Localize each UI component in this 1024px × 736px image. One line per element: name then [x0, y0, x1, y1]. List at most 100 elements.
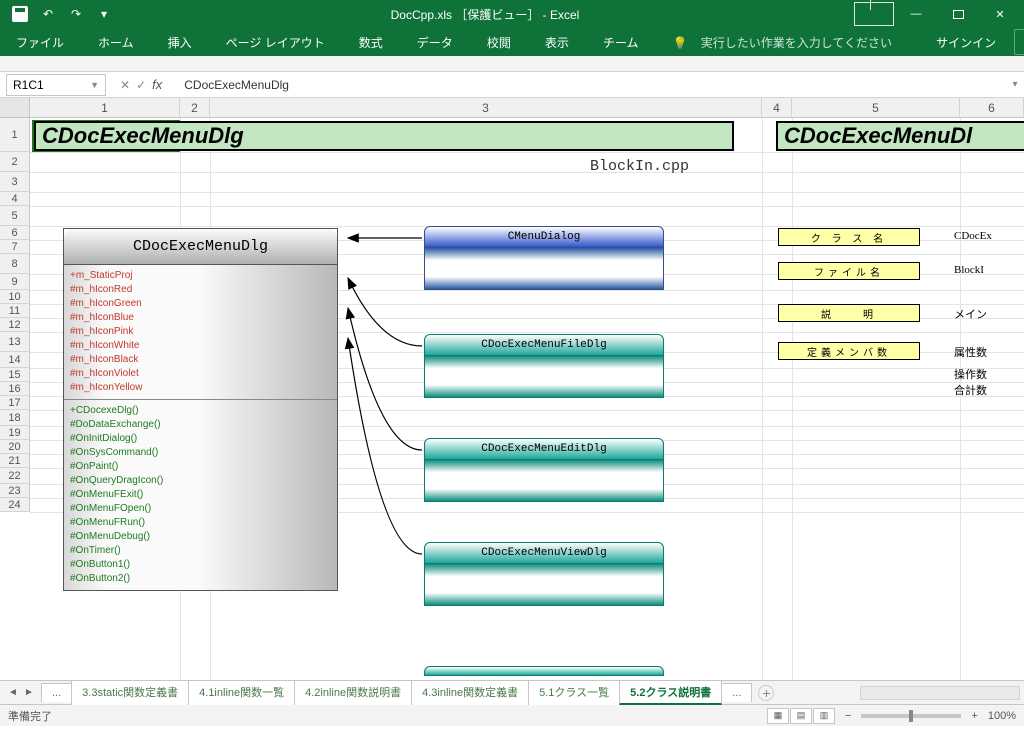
- tab-insert[interactable]: 挿入: [158, 30, 202, 55]
- row-header-15[interactable]: 15: [0, 368, 30, 382]
- zoom-out-button[interactable]: −: [845, 710, 851, 722]
- undo-button[interactable]: ↶: [36, 3, 60, 25]
- col-header-2[interactable]: 2: [180, 98, 210, 117]
- cells[interactable]: CDocExecMenuDlg CDocExecMenuDl BlockIn.c…: [30, 118, 1024, 680]
- related-class-box[interactable]: CDocExecMenuFileDlg: [424, 334, 664, 398]
- info-value[interactable]: BlockI: [954, 264, 984, 276]
- cell-title[interactable]: CDocExecMenuDlg: [34, 121, 734, 151]
- ribbon-display-button[interactable]: [854, 2, 894, 26]
- tab-data[interactable]: データ: [407, 30, 463, 55]
- col-header-1[interactable]: 1: [30, 98, 180, 117]
- info-label[interactable]: 定義メンバ数: [778, 342, 920, 360]
- cell-filename[interactable]: BlockIn.cpp: [590, 158, 689, 175]
- row-header-8[interactable]: 8: [0, 254, 30, 274]
- row-header-2[interactable]: 2: [0, 152, 30, 172]
- row-header-7[interactable]: 7: [0, 240, 30, 254]
- tab-team[interactable]: チーム: [593, 30, 649, 55]
- class-diagram-box[interactable]: CDocExecMenuDlg +m_StaticProj#m_hIconRed…: [63, 228, 338, 591]
- row-header-16[interactable]: 16: [0, 382, 30, 396]
- row-header-19[interactable]: 19: [0, 426, 30, 440]
- row-header-11[interactable]: 11: [0, 304, 30, 318]
- row-header-9[interactable]: 9: [0, 274, 30, 290]
- col-header-3[interactable]: 3: [210, 98, 762, 117]
- related-class-box[interactable]: CMenuDialog: [424, 226, 664, 290]
- row-header-1[interactable]: 1: [0, 118, 30, 152]
- horizontal-scrollbar[interactable]: [784, 686, 1020, 700]
- save-icon: [12, 6, 28, 22]
- minimize-button[interactable]: —: [896, 2, 936, 26]
- zoom-level[interactable]: 100%: [988, 710, 1016, 722]
- related-class-box[interactable]: CDocExecMenuViewDlg: [424, 542, 664, 606]
- sheet-tab-more-right[interactable]: ...: [721, 683, 752, 702]
- ribbon-display-icon: [854, 2, 894, 26]
- tell-me[interactable]: 💡 実行したい作業を入力してください: [662, 30, 912, 55]
- cancel-formula-button[interactable]: ✕: [120, 78, 130, 92]
- row-header-18[interactable]: 18: [0, 410, 30, 426]
- tab-file[interactable]: ファイル: [6, 30, 74, 55]
- related-class-box[interactable]: CDocExecMenuEditDlg: [424, 438, 664, 502]
- sheet-tab[interactable]: 3.3static関数定義書: [71, 680, 189, 705]
- save-button[interactable]: [8, 3, 32, 25]
- cell-title-right[interactable]: CDocExecMenuDl: [776, 121, 1024, 151]
- related-class-body: [424, 460, 664, 502]
- row-header-5[interactable]: 5: [0, 206, 30, 226]
- row-header-6[interactable]: 6: [0, 226, 30, 240]
- select-all-corner[interactable]: [0, 98, 30, 117]
- info-value[interactable]: メイン: [954, 306, 987, 322]
- row-header-3[interactable]: 3: [0, 172, 30, 192]
- zoom-slider[interactable]: [861, 714, 961, 718]
- tab-review[interactable]: 校閲: [477, 30, 521, 55]
- sheet-tab[interactable]: 4.1inline関数一覧: [188, 680, 295, 705]
- sheet-tab[interactable]: 4.3inline関数定義書: [411, 680, 529, 705]
- sheet-tab-more-left[interactable]: ...: [41, 683, 72, 702]
- formula-input[interactable]: CDocExecMenuDlg: [178, 78, 1006, 92]
- tab-view[interactable]: 表示: [535, 30, 579, 55]
- formula-expand-button[interactable]: ▾: [1006, 79, 1024, 90]
- row-header-10[interactable]: 10: [0, 290, 30, 304]
- col-header-5[interactable]: 5: [792, 98, 960, 117]
- view-pagelayout-button[interactable]: ▤: [790, 708, 812, 724]
- tab-pagelayout[interactable]: ページ レイアウト: [216, 30, 335, 55]
- row-header-4[interactable]: 4: [0, 192, 30, 206]
- info-label[interactable]: 説 明: [778, 304, 920, 322]
- row-header-20[interactable]: 20: [0, 440, 30, 454]
- sheet-nav-next[interactable]: ►: [22, 687, 36, 698]
- related-class-box[interactable]: [424, 666, 664, 676]
- col-header-6[interactable]: 6: [960, 98, 1024, 117]
- view-buttons: ▦ ▤ ▥: [767, 708, 835, 724]
- sheet-tab[interactable]: 5.2クラス説明書: [619, 680, 722, 705]
- tab-formulas[interactable]: 数式: [349, 30, 393, 55]
- info-value[interactable]: CDocEx: [954, 230, 992, 242]
- row-header-13[interactable]: 13: [0, 332, 30, 352]
- add-sheet-button[interactable]: +: [758, 685, 774, 701]
- zoom-in-button[interactable]: +: [971, 710, 977, 722]
- signin-link[interactable]: サインイン: [926, 30, 1006, 55]
- share-button[interactable]: 👤 共有: [1014, 29, 1024, 55]
- close-button[interactable]: ✕: [980, 2, 1020, 26]
- col-header-4[interactable]: 4: [762, 98, 792, 117]
- sheet-tab[interactable]: 5.1クラス一覧: [528, 680, 620, 705]
- info-label[interactable]: ク ラ ス 名: [778, 228, 920, 246]
- info-label[interactable]: ファイル名: [778, 262, 920, 280]
- row-header-14[interactable]: 14: [0, 352, 30, 368]
- view-normal-button[interactable]: ▦: [767, 708, 789, 724]
- sheet-tab[interactable]: 4.2inline関数説明書: [294, 680, 412, 705]
- fx-button[interactable]: fx: [152, 77, 162, 92]
- tab-home[interactable]: ホーム: [88, 30, 144, 55]
- view-pagebreak-button[interactable]: ▥: [813, 708, 835, 724]
- redo-button[interactable]: ↷: [64, 3, 88, 25]
- row-header-21[interactable]: 21: [0, 454, 30, 468]
- sheet-nav-first[interactable]: ◄: [6, 687, 20, 698]
- info-value[interactable]: 合計数: [954, 382, 987, 398]
- row-header-23[interactable]: 23: [0, 484, 30, 498]
- row-header-17[interactable]: 17: [0, 396, 30, 410]
- name-box[interactable]: R1C1▼: [6, 74, 106, 96]
- info-value[interactable]: 属性数: [954, 344, 987, 360]
- restore-button[interactable]: [938, 2, 978, 26]
- row-header-12[interactable]: 12: [0, 318, 30, 332]
- customize-qat-button[interactable]: ▾: [92, 3, 116, 25]
- row-header-24[interactable]: 24: [0, 498, 30, 512]
- confirm-formula-button[interactable]: ✓: [136, 78, 146, 92]
- info-value[interactable]: 操作数: [954, 366, 987, 382]
- row-header-22[interactable]: 22: [0, 468, 30, 484]
